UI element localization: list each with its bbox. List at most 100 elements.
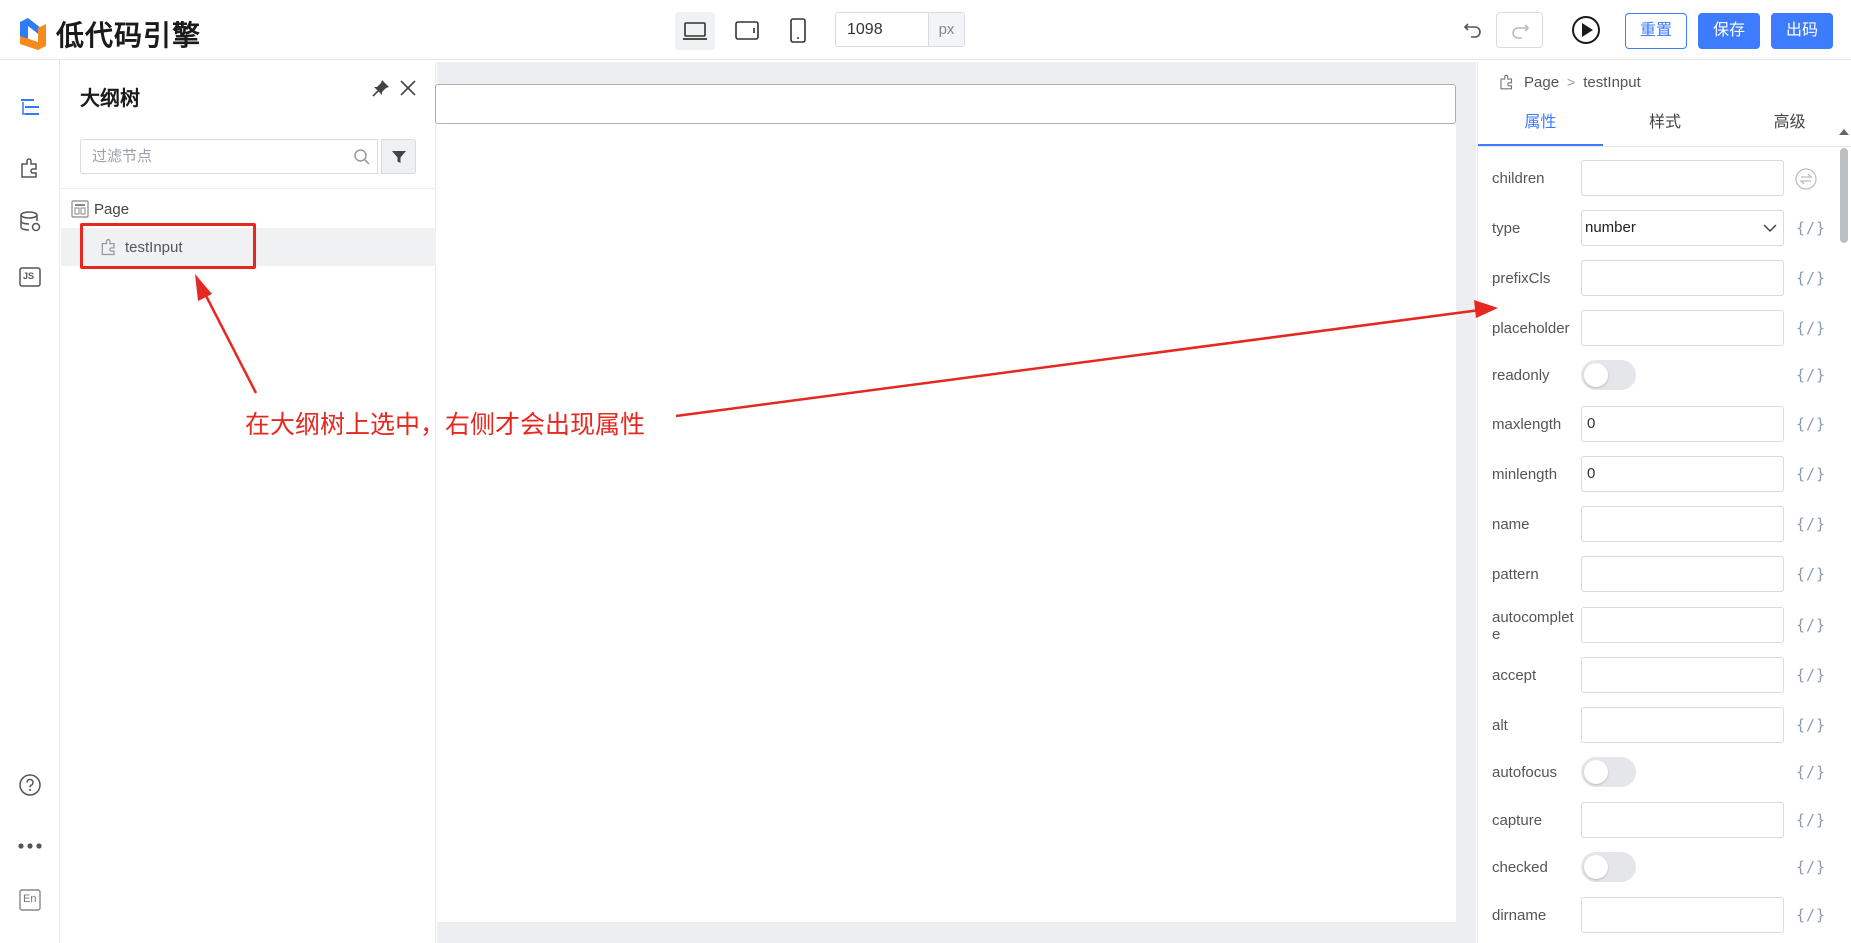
tree-node-testinput-label: testInput	[125, 238, 183, 256]
tree-node-testinput[interactable]: testInput	[61, 228, 436, 266]
expression-toggle[interactable]: {/}	[1796, 269, 1826, 287]
left-rail: JS En	[0, 60, 60, 943]
close-outline-button[interactable]	[398, 78, 418, 103]
design-canvas[interactable]	[435, 84, 1456, 922]
scrollbar-thumb[interactable]	[1840, 148, 1848, 243]
page-icon	[71, 200, 89, 218]
expression-toggle[interactable]: {/}	[1796, 811, 1826, 829]
tab-advanced[interactable]: 高级	[1727, 102, 1851, 146]
expression-toggle[interactable]: {/}	[1796, 319, 1826, 337]
tree-node-page[interactable]: Page	[71, 197, 129, 221]
tab-style[interactable]: 样式	[1603, 102, 1728, 146]
accept-input[interactable]	[1581, 657, 1784, 693]
device-phone-button[interactable]	[778, 12, 818, 50]
prop-label: accept	[1492, 667, 1537, 684]
prop-label: autofocus	[1492, 764, 1558, 781]
alt-input[interactable]	[1581, 707, 1784, 743]
prop-label: dirname	[1492, 907, 1547, 924]
breadcrumb-current: testInput	[1583, 73, 1641, 91]
pattern-input[interactable]	[1581, 556, 1784, 592]
expression-toggle[interactable]: {/}	[1796, 515, 1826, 533]
prop-label: type	[1492, 220, 1521, 237]
prefixcls-input[interactable]	[1581, 260, 1784, 296]
top-toolbar: 低代码引擎 1098 px 重置 保存 出码	[0, 0, 1851, 60]
search-button[interactable]	[353, 148, 371, 171]
readonly-switch[interactable]	[1581, 360, 1636, 390]
canvas-width-unit: px	[928, 13, 964, 46]
prop-label: alt	[1492, 717, 1508, 734]
children-input[interactable]	[1581, 160, 1784, 196]
type-select[interactable]: number	[1581, 210, 1784, 246]
js-code-button[interactable]: JS	[17, 264, 43, 290]
components-button[interactable]	[17, 155, 43, 181]
expression-toggle[interactable]: {/}	[1796, 415, 1826, 433]
reset-button[interactable]: 重置	[1625, 13, 1687, 49]
expression-toggle[interactable]: {/}	[1796, 565, 1826, 583]
outline-divider	[61, 188, 436, 189]
prop-label: children	[1492, 170, 1545, 187]
prop-label: autocomplet e	[1492, 609, 1577, 643]
autofocus-switch[interactable]	[1581, 757, 1636, 787]
dirname-input[interactable]	[1581, 897, 1784, 933]
expression-toggle[interactable]: {/}	[1796, 666, 1826, 684]
prop-label: capture	[1492, 812, 1543, 829]
redo-button[interactable]	[1496, 12, 1543, 48]
pin-button[interactable]	[371, 78, 391, 103]
filter-icon	[391, 150, 406, 163]
datasource-icon	[20, 211, 41, 232]
checked-switch[interactable]	[1581, 852, 1636, 882]
name-input[interactable]	[1581, 506, 1784, 542]
prop-label: readonly	[1492, 367, 1550, 384]
undo-icon	[1463, 23, 1481, 38]
minlength-input[interactable]: 0	[1581, 456, 1784, 492]
expression-toggle[interactable]: {/}	[1796, 858, 1826, 876]
expression-toggle[interactable]: {/}	[1796, 716, 1826, 734]
datasource-button[interactable]	[17, 209, 43, 235]
more-button[interactable]	[17, 833, 43, 859]
placeholder-input[interactable]	[1581, 310, 1784, 346]
swap-setter-icon[interactable]	[1795, 168, 1817, 190]
help-button[interactable]	[17, 772, 43, 798]
maxlength-input[interactable]: 0	[1581, 406, 1784, 442]
filter-button[interactable]	[381, 139, 416, 174]
save-button[interactable]: 保存	[1698, 13, 1760, 49]
export-code-button[interactable]: 出码	[1771, 13, 1833, 49]
chevron-down-icon	[1763, 224, 1777, 233]
device-tablet-button[interactable]	[727, 12, 767, 50]
canvas-input-component[interactable]	[435, 84, 1456, 124]
outline-tree-button[interactable]	[17, 94, 43, 120]
expression-toggle[interactable]: {/}	[1796, 465, 1826, 483]
expression-toggle[interactable]: {/}	[1796, 219, 1826, 237]
prop-label: name	[1492, 516, 1530, 533]
breadcrumb-root[interactable]: Page	[1524, 74, 1559, 91]
settings-scrollbar[interactable]	[1836, 126, 1851, 943]
tablet-icon	[735, 21, 759, 40]
component-icon	[21, 158, 37, 178]
component-icon	[1500, 74, 1513, 90]
tab-props[interactable]: 属性	[1478, 102, 1603, 146]
canvas-width-input[interactable]: 1098 px	[835, 12, 965, 47]
prop-label: minlength	[1492, 466, 1558, 483]
close-icon	[400, 80, 416, 96]
expression-toggle[interactable]: {/}	[1796, 616, 1826, 634]
chevron-right-icon: >	[1567, 74, 1576, 90]
device-desktop-button[interactable]	[675, 12, 715, 50]
settings-panel: Page > testInput 属性 样式 高级 children type …	[1477, 62, 1851, 943]
undo-button[interactable]	[1462, 18, 1484, 45]
expression-toggle[interactable]: {/}	[1796, 366, 1826, 384]
canvas-area	[435, 62, 1476, 943]
expression-toggle[interactable]: {/}	[1796, 906, 1826, 924]
scroll-up-icon[interactable]	[1836, 126, 1851, 138]
capture-input[interactable]	[1581, 802, 1784, 838]
play-icon	[1572, 16, 1600, 44]
expression-toggle[interactable]: {/}	[1796, 763, 1826, 781]
help-icon	[19, 774, 41, 796]
filter-input[interactable]	[81, 140, 351, 173]
language-button[interactable]: En	[17, 887, 43, 913]
autocomplete-input[interactable]	[1581, 607, 1784, 643]
prop-label: checked	[1492, 859, 1548, 876]
preview-button[interactable]	[1570, 14, 1602, 51]
logo-text: 低代码引擎	[56, 19, 202, 52]
canvas-width-value[interactable]: 1098	[836, 13, 928, 46]
outline-icon	[21, 99, 39, 115]
